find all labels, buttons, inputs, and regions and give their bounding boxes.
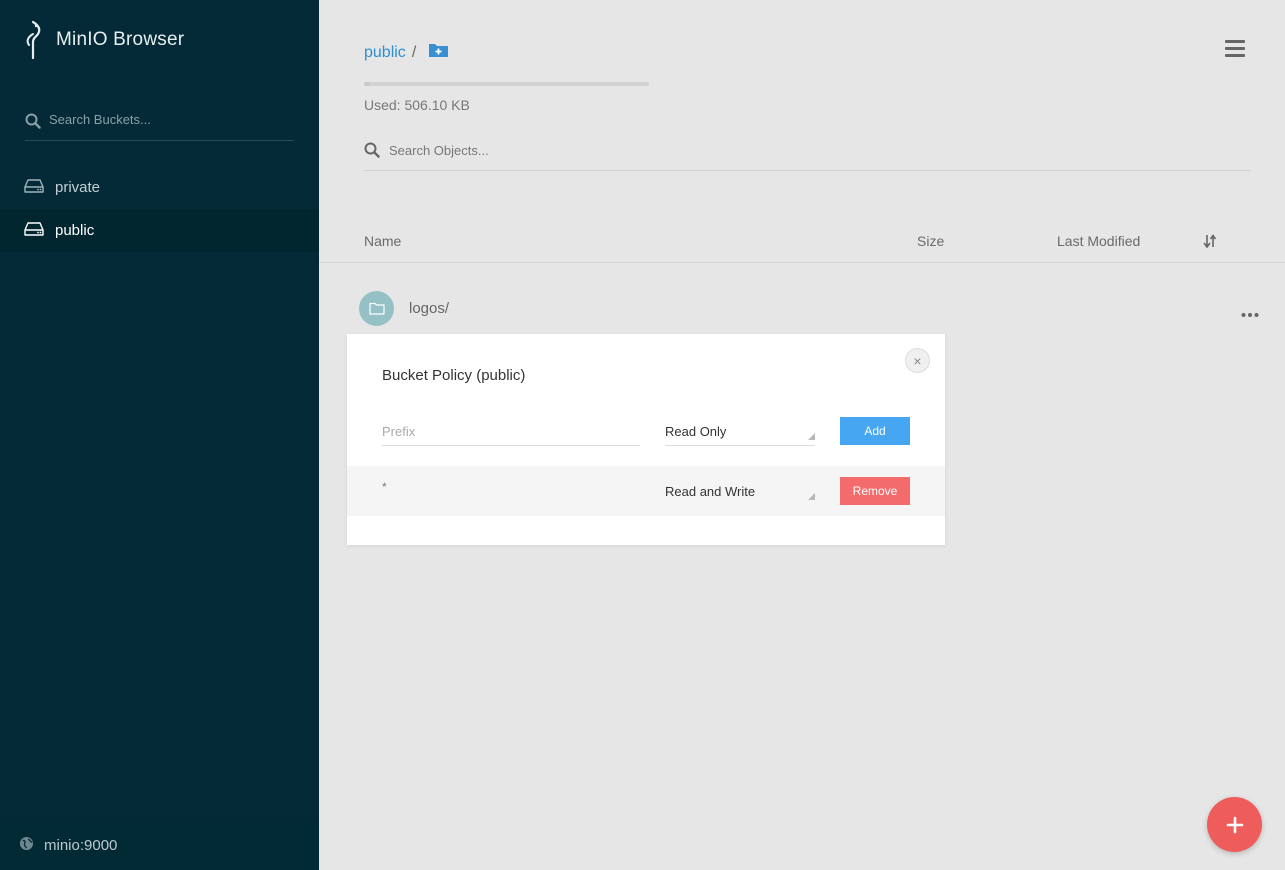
policy-select-value: Read Only	[665, 424, 727, 439]
chevron-down-icon	[808, 493, 815, 500]
host-address: minio:9000	[44, 837, 118, 854]
sidebar: MinIO Browser private public minio:9000	[0, 0, 319, 870]
folder-plus-icon[interactable]	[428, 42, 449, 63]
column-header-size[interactable]: Size	[917, 233, 944, 249]
bucket-search-input[interactable]	[49, 112, 289, 127]
column-header-name[interactable]: Name	[364, 233, 401, 249]
object-search-input[interactable]	[389, 143, 1189, 158]
app-title: MinIO Browser	[56, 29, 185, 50]
plus-icon[interactable]	[1207, 797, 1262, 852]
folder-icon	[359, 291, 394, 326]
bucket-item-private[interactable]: private	[0, 166, 319, 209]
hamburger-menu-icon[interactable]	[1225, 40, 1245, 58]
more-horizontal-icon[interactable]	[1241, 305, 1259, 323]
breadcrumb-separator: /	[411, 43, 417, 61]
column-header-last-modified[interactable]: Last Modified	[1057, 233, 1140, 249]
globe-icon	[19, 836, 44, 855]
bucket-label: private	[55, 179, 101, 196]
bucket-policy-modal: × Bucket Policy (public) Read Only Add *…	[347, 334, 945, 545]
chevron-down-icon	[808, 433, 815, 440]
minio-bird-icon	[24, 20, 44, 60]
bucket-search	[25, 108, 294, 141]
usage-bar-fill	[364, 82, 370, 86]
bucket-label: public	[55, 222, 95, 239]
policy-select-value: Read and Write	[665, 484, 756, 499]
usage-text: Used: 506.10 KB	[364, 97, 470, 113]
sort-icon[interactable]	[1203, 234, 1217, 251]
bucket-item-public[interactable]: public	[0, 209, 319, 252]
policy-prefix: *	[382, 480, 387, 494]
remove-policy-button[interactable]: Remove	[840, 477, 910, 505]
usage-bar	[364, 82, 649, 86]
policy-row: * Read and Write Remove	[347, 466, 945, 516]
object-search	[364, 136, 1251, 171]
table-row[interactable]: logos/	[319, 287, 1285, 331]
new-policy-row: Read Only Add	[347, 406, 945, 456]
objects-table-header: Name Size Last Modified	[319, 222, 1285, 263]
modal-title: Bucket Policy (public)	[382, 367, 526, 384]
object-name[interactable]: logos/	[409, 300, 449, 317]
host-indicator: minio:9000	[0, 821, 319, 870]
policy-select[interactable]: Read and Write	[665, 478, 815, 506]
breadcrumb-bucket[interactable]: public	[364, 44, 406, 62]
hard-drive-icon	[24, 178, 55, 197]
policy-select[interactable]: Read Only	[665, 418, 815, 446]
prefix-input[interactable]	[382, 418, 640, 446]
app-logo[interactable]: MinIO Browser	[24, 20, 184, 60]
bucket-list: private public	[0, 166, 319, 252]
add-policy-button[interactable]: Add	[840, 417, 910, 445]
breadcrumb: public /	[364, 42, 449, 63]
hard-drive-icon	[24, 221, 55, 240]
close-icon[interactable]: ×	[905, 348, 930, 373]
